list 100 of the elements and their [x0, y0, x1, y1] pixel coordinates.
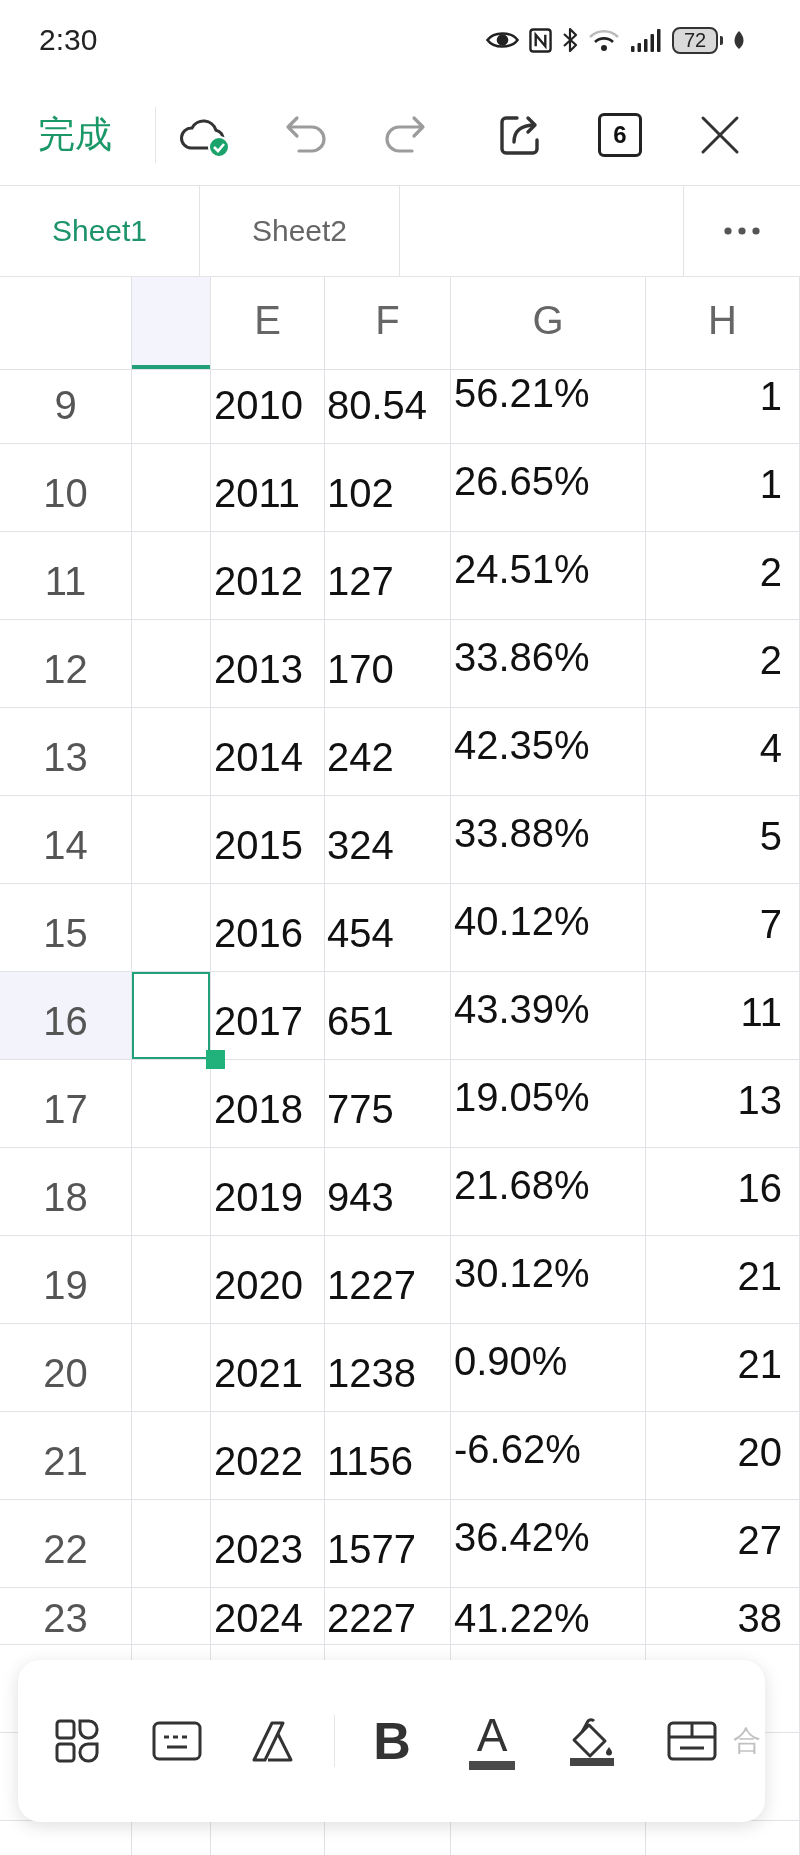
table-cell: 943 [325, 1148, 451, 1235]
tab-count-button[interactable]: 6 [598, 112, 642, 157]
table-cell: 127 [325, 532, 451, 619]
row-header[interactable]: 16 [0, 972, 132, 1059]
table-cell: 324 [325, 796, 451, 883]
table-cell: 2227 [325, 1588, 451, 1644]
table-cell: 42.35% [451, 708, 646, 795]
battery-indicator: 72 [672, 26, 723, 54]
font-color-button[interactable]: A [464, 1709, 520, 1773]
eye-icon [486, 29, 519, 51]
active-cell[interactable] [132, 972, 211, 1059]
table-cell: 38 [646, 1588, 800, 1644]
row-header[interactable]: 18 [0, 1148, 132, 1235]
table-cell: 651 [325, 972, 451, 1059]
row-header[interactable]: 21 [0, 1412, 132, 1499]
keyboard-icon [152, 1721, 202, 1761]
row-header[interactable]: 10 [0, 444, 132, 531]
table-cell: 26.65% [451, 444, 646, 531]
table-cell: 20 [646, 1412, 800, 1499]
table-cell: 775 [325, 1060, 451, 1147]
nfc-icon [529, 27, 552, 53]
table-frame-icon [667, 1721, 717, 1761]
row-header[interactable]: 11 [0, 532, 132, 619]
fill-handle[interactable] [206, 1050, 225, 1069]
signal-icon [630, 28, 662, 52]
more-icon [724, 227, 760, 235]
table-cell: 2017 [211, 972, 325, 1059]
table-cell: 41.22% [451, 1588, 646, 1644]
table-cell: 33.88% [451, 796, 646, 883]
table-cell: 2016 [211, 884, 325, 971]
table-cell: 56.21% [451, 370, 646, 443]
wifi-icon [588, 28, 620, 52]
table-cell: 5 [646, 796, 800, 883]
table-cell: 170 [325, 620, 451, 707]
table-cell: 2024 [211, 1588, 325, 1644]
row-header[interactable]: 14 [0, 796, 132, 883]
table-cell: 30.12% [451, 1236, 646, 1323]
table-cell: 2022 [211, 1412, 325, 1499]
table-cell: 2018 [211, 1060, 325, 1147]
table-cell: 2023 [211, 1500, 325, 1587]
table-cell: 1238 [325, 1324, 451, 1411]
column-header[interactable]: H [646, 277, 800, 369]
bold-button[interactable]: B [364, 1709, 420, 1773]
row-header[interactable]: 22 [0, 1500, 132, 1587]
table-cell: 1577 [325, 1500, 451, 1587]
table-cell: 0.90% [451, 1324, 646, 1411]
table-cell: 2010 [211, 370, 325, 443]
table-cell: 2021 [211, 1324, 325, 1411]
column-header[interactable] [132, 277, 211, 369]
table-cell: 2013 [211, 620, 325, 707]
table-cell: 2 [646, 532, 800, 619]
table-cell: 454 [325, 884, 451, 971]
table-cell: -6.62% [451, 1412, 646, 1499]
swatch-bar-icon [469, 1761, 515, 1770]
table-cell: 19.05% [451, 1060, 646, 1147]
table-cell: 36.42% [451, 1500, 646, 1587]
table-cell: 43.39% [451, 972, 646, 1059]
table-cell: 11 [646, 972, 800, 1059]
table-cell: 40.12% [451, 884, 646, 971]
table-cell: 21 [646, 1236, 800, 1323]
table-cell: 1 [646, 370, 800, 443]
table-cell: 27 [646, 1500, 800, 1587]
row-header[interactable]: 13 [0, 708, 132, 795]
row-header[interactable]: 20 [0, 1324, 132, 1411]
row-header[interactable]: 23 [0, 1588, 132, 1644]
table-cell: 1156 [325, 1412, 451, 1499]
close-button[interactable] [700, 114, 740, 155]
done-button[interactable]: 完成 [38, 116, 112, 153]
apps-icon [55, 1719, 99, 1763]
table-cell: 2 [646, 620, 800, 707]
table-cell: 21.68% [451, 1148, 646, 1235]
close-icon [700, 114, 740, 155]
table-cell: 33.86% [451, 620, 646, 707]
row-header[interactable]: 9 [0, 370, 132, 443]
row-header[interactable]: 15 [0, 884, 132, 971]
table-cell: 1 [646, 444, 800, 531]
paint-bucket-icon [568, 1716, 616, 1766]
table-cell: 2012 [211, 532, 325, 619]
table-cell: 1227 [325, 1236, 451, 1323]
table-cell: 21 [646, 1324, 800, 1411]
status-time: 2:30 [39, 25, 98, 55]
row-header[interactable]: 19 [0, 1236, 132, 1323]
column-header[interactable]: G [451, 277, 646, 369]
leaf-icon [733, 30, 745, 50]
table-cell: 102 [325, 444, 451, 531]
row-header[interactable]: 17 [0, 1060, 132, 1147]
table-cell: 7 [646, 884, 800, 971]
table-cell: 24.51% [451, 532, 646, 619]
table-cell: 2011 [211, 444, 325, 531]
table-cell: 2014 [211, 708, 325, 795]
row-header[interactable]: 12 [0, 620, 132, 707]
table-cell: 16 [646, 1148, 800, 1235]
table-cell: 4 [646, 708, 800, 795]
bluetooth-icon [562, 27, 578, 53]
column-header[interactable]: F [325, 277, 451, 369]
table-cell: 80.54 [325, 370, 451, 443]
table-cell: 2020 [211, 1236, 325, 1323]
table-cell: 2015 [211, 796, 325, 883]
table-cell: 13 [646, 1060, 800, 1147]
column-header[interactable]: E [211, 277, 325, 369]
